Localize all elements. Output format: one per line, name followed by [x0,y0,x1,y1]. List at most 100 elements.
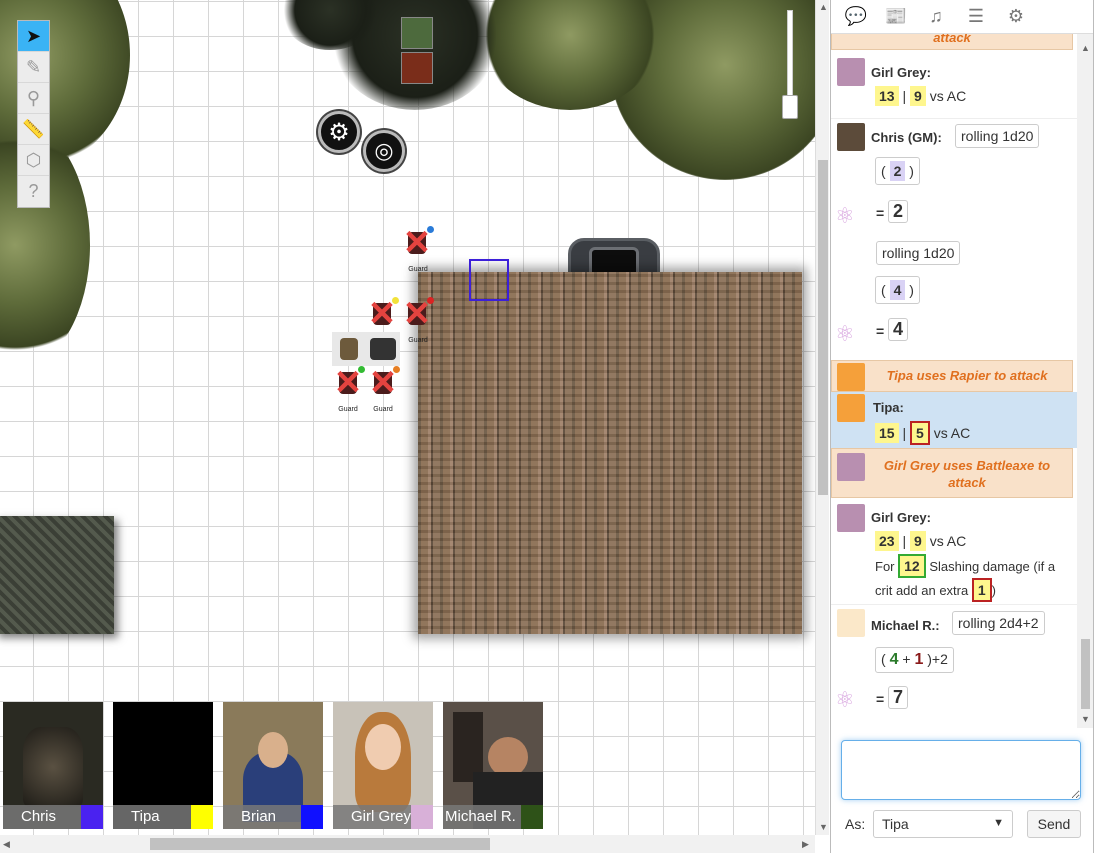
roll-result: 9 [910,86,926,106]
chat-scrollbar[interactable]: ▲ ▼ [1077,34,1093,728]
map-vertical-scrollbar[interactable]: ▲ ▼ [815,0,829,835]
roll-result: 15 [875,423,899,443]
emote-message: Girl Grey uses Battleaxe to attack [831,448,1073,498]
scroll-down-icon[interactable]: ▼ [1081,714,1090,724]
dice-roll: ( 4 ) [875,276,920,304]
draw-brush-icon[interactable]: ✎ [18,52,49,83]
turn-order-icon[interactable]: ◎ [363,130,405,172]
dice-atom-icon: ⚛ [835,203,855,228]
roll-formula: rolling 1d20 [955,124,1040,148]
scroll-down-icon[interactable]: ▼ [819,822,828,832]
token-thumbnail[interactable] [401,52,433,84]
journal-tab-icon[interactable]: 📰 [883,4,909,30]
zoom-slider[interactable] [782,10,798,119]
emote-message: Tipa uses Rapier to attack [831,360,1073,392]
chat-log[interactable]: attack Girl Grey: 13 | 9 vs AC Chris (GM… [831,34,1077,728]
video-feed[interactable]: Chris [3,702,103,829]
selection-box[interactable] [469,259,509,301]
guard-token[interactable]: ✕ [365,297,399,331]
video-feed[interactable]: Tipa [113,702,213,829]
select-pointer-icon[interactable]: ➤ [18,21,49,52]
video-feed[interactable]: Brian [223,702,323,829]
guard-token[interactable]: ✕ [331,366,365,400]
scroll-right-icon[interactable]: ▶ [802,839,809,850]
roll-separator: | [902,88,907,104]
chat-message: Tipa: 15 | 5 vs AC [831,392,1077,448]
speak-as-select[interactable]: Tipa ▼ [873,810,1013,838]
roll-formula: rolling 1d20 [876,241,961,265]
character-token[interactable] [332,332,366,366]
music-tab-icon[interactable]: ♫ [923,4,949,30]
send-button[interactable]: Send [1027,810,1081,838]
dice-roll: ( 2 ) [875,157,920,185]
avatar [837,609,865,637]
dice-icon[interactable]: ⬡ [18,145,49,176]
token-label: Guard [338,406,358,413]
message-sender: Girl Grey: [871,65,931,80]
chat-message: Michael R.: rolling 2d4+2 ( 4 + 1 )+2 ⚛ … [831,604,1077,728]
zoom-magnifier-icon[interactable]: ⚲ [18,83,49,114]
dice-atom-icon: ⚛ [835,321,855,346]
player-color-swatch [411,805,433,829]
stone-tower [418,272,802,634]
help-icon[interactable]: ? [18,176,49,207]
video-feed[interactable]: Michael R. [443,702,543,829]
roll-separator: | [902,425,907,441]
settings-tab-icon[interactable]: ⚙ [1003,4,1029,30]
roll-suffix: vs AC [929,533,967,549]
roll-total: 2 [888,200,909,223]
player-color-swatch [521,805,543,829]
chevron-down-icon: ▼ [993,817,1004,829]
equals: = [876,323,885,339]
guard-token[interactable]: ✕ [366,366,400,400]
roll-total: 7 [888,686,909,709]
chat-message: Chris (GM): rolling 1d20 ( 2 ) ⚛ = 2 rol… [831,118,1077,358]
character-token[interactable] [366,332,400,366]
token-label: Guard [408,337,428,344]
avatar [837,58,865,86]
chat-message: Girl Grey: 23 | 9 vs AC For 12 Slashing … [831,502,1077,602]
token-label: Guard [373,406,393,413]
roll-suffix: vs AC [929,88,967,104]
chat-tab-icon[interactable]: 💬 [843,4,869,30]
list-tab-icon[interactable]: ☰ [963,4,989,30]
map-canvas[interactable]: ⚙ ◎ ✕ Guard ✕ ✕ Guard ✕ ✕ Guard Guard ➤ … [0,0,815,835]
dice-atom-icon: ⚛ [835,687,855,712]
scroll-left-icon[interactable]: ◀ [3,839,10,850]
dice-roll: ( 4 + 1 )+2 [875,647,954,673]
d20-die: 2 [889,161,906,181]
equals: = [876,691,885,707]
message-sender: Michael R.: [871,618,940,633]
map-horizontal-scrollbar[interactable]: ◀ ▶ [0,835,815,853]
emote-text: Tipa uses Rapier to attack [886,368,1048,383]
scroll-up-icon[interactable]: ▲ [1081,43,1090,53]
as-label: As: [845,816,866,832]
roll-result-fumble: 5 [910,421,930,445]
token-label: Guard [408,266,428,273]
measure-ruler-icon[interactable]: 📏 [18,114,49,145]
guard-token[interactable]: ✕ [400,297,434,331]
player-color-swatch [191,805,213,829]
avatar [837,453,865,481]
guard-token[interactable]: ✕ [400,226,434,260]
roll-formula: rolling 2d4+2 [952,611,1045,635]
roll-suffix: vs AC [933,425,971,441]
tool-palette: ➤ ✎ ⚲ 📏 ⬡ ? [17,20,50,208]
roll-separator: | [902,533,907,549]
token-thumbnail[interactable] [401,17,433,49]
roll-result: 13 [875,86,899,106]
roll-result: 9 [910,531,926,551]
message-sender: Tipa: [873,400,904,415]
avatar [837,123,865,151]
crit-extra-roll: 1 [971,578,992,602]
video-feed[interactable]: Girl Grey [333,702,433,829]
settings-gear-icon[interactable]: ⚙ [318,111,360,153]
avatar [837,394,865,422]
chat-input[interactable] [841,740,1081,800]
roll-result: 23 [875,531,899,551]
chat-message: Girl Grey: 13 | 9 vs AC [831,54,1077,114]
message-sender: Girl Grey: [871,510,931,525]
panel-tabs: 💬 📰 ♫ ☰ ⚙ [831,0,1093,34]
building-roof [0,516,114,634]
scroll-up-icon[interactable]: ▲ [819,2,828,12]
